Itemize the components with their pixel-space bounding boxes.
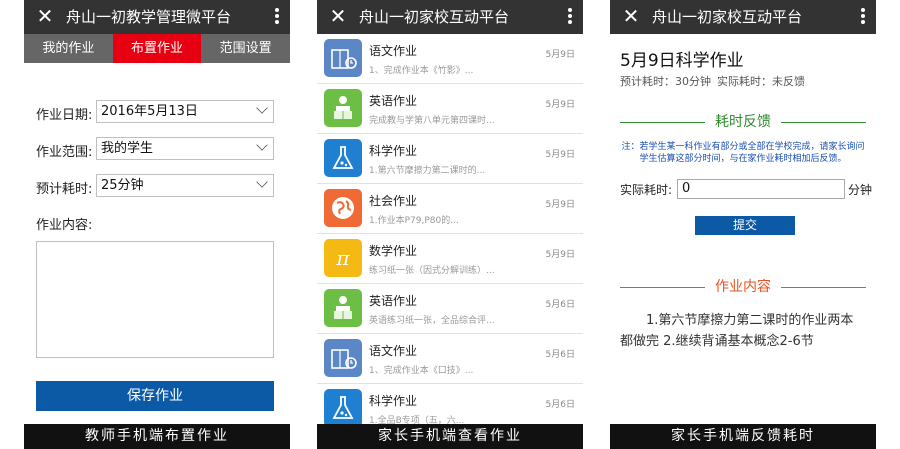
divider xyxy=(781,122,866,123)
list-item[interactable]: 社会作业 1.作业本P79,P80的... 5月9日 xyxy=(317,184,583,234)
divider xyxy=(781,287,866,288)
item-title: 社会作业 xyxy=(369,194,418,208)
item-preview: 1.第六节摩擦力第二课时的... xyxy=(369,166,486,176)
parent-list-phone-screen: ✕ 舟山一初家校互动平台 语文作业 1、完成作业本《竹影》... 5月9日 英语作业完… xyxy=(317,0,583,449)
list-item[interactable]: 语文作业 1、完成作业本《竹影》... 5月9日 xyxy=(317,34,583,84)
scope-value: 我的学生 xyxy=(101,141,154,156)
item-title: 数学作业 xyxy=(369,244,418,258)
tab-scope-settings[interactable]: 范围设置 xyxy=(201,34,290,63)
item-preview: 练习纸一张（因式分解训练）... xyxy=(369,266,495,276)
more-menu-icon[interactable] xyxy=(274,8,280,26)
screenshot-stage: ✕ 舟山一初教学管理微平台 我的作业 布置作业 范围设置 作业日期: 2016年… xyxy=(0,0,900,449)
app-title: 舟山一初家校互动平台 xyxy=(359,8,510,26)
chevron-down-icon xyxy=(256,139,268,151)
more-menu-icon[interactable] xyxy=(567,8,573,26)
submit-button[interactable]: 提交 xyxy=(695,216,795,235)
list-item[interactable]: 科学作业 1.全品B专项（五，六... 5月6日 xyxy=(317,384,583,424)
reading-person-icon xyxy=(324,289,362,327)
app-title: 舟山一初家校互动平台 xyxy=(652,8,803,26)
list-item[interactable]: 科学作业 1.第六节摩擦力第二课时的... 5月9日 xyxy=(317,134,583,184)
parent-feedback-phone-screen: ✕ 舟山一初家校互动平台 5月9日科学作业 预计耗时：30分钟 实际耗时：未反馈… xyxy=(610,0,876,449)
caption: 家长手机端查看作业 xyxy=(317,424,583,449)
item-preview: 1、完成作业本《竹影》... xyxy=(369,66,474,76)
list-item[interactable]: 语文作业 1、完成作业本《口技》... 5月6日 xyxy=(317,334,583,384)
item-title: 语文作业 xyxy=(369,44,418,58)
app-title: 舟山一初教学管理微平台 xyxy=(66,8,232,26)
chevron-down-icon xyxy=(256,176,268,188)
item-date: 5月9日 xyxy=(545,100,575,110)
item-preview: 英语练习纸一张，全品综合评... xyxy=(369,316,495,326)
item-preview: 1、完成作业本《口技》... xyxy=(369,366,474,376)
title-bar: ✕ 舟山一初家校互动平台 xyxy=(610,0,876,34)
page-title: 5月9日科学作业 xyxy=(620,51,744,71)
title-bar: ✕ 舟山一初家校互动平台 xyxy=(317,0,583,34)
book-clock-icon xyxy=(324,339,362,377)
scope-label: 作业范围: xyxy=(36,145,93,160)
tab-bar: 我的作业 布置作业 范围设置 xyxy=(24,34,290,63)
teacher-phone-screen: ✕ 舟山一初教学管理微平台 我的作业 布置作业 范围设置 作业日期: 2016年… xyxy=(24,0,290,449)
close-icon[interactable]: ✕ xyxy=(327,5,349,27)
homework-content-textarea[interactable] xyxy=(36,241,274,358)
item-preview: 完成教与学第八单元第四课时... xyxy=(369,116,495,126)
scope-select[interactable]: 我的学生 xyxy=(96,137,274,160)
item-date: 5月6日 xyxy=(545,350,575,360)
book-clock-icon xyxy=(324,39,362,77)
list-item[interactable]: 英语作业英语练习纸一张，全品综合评... 5月6日 xyxy=(317,284,583,334)
flask-icon xyxy=(324,389,362,424)
item-preview: 1.作业本P79,P80的... xyxy=(369,216,459,226)
tab-my-homework[interactable]: 我的作业 xyxy=(24,34,113,63)
feedback-section-heading: 耗时反馈 xyxy=(620,114,866,130)
item-date: 5月9日 xyxy=(545,150,575,160)
date-label: 作业日期: xyxy=(36,108,93,123)
time-label: 预计耗时: xyxy=(36,182,93,197)
homework-list: 语文作业 1、完成作业本《竹影》... 5月9日 英语作业 完成教与学第八单元第四课时.… xyxy=(317,34,583,424)
reading-person-icon xyxy=(324,89,362,127)
content-label: 作业内容: xyxy=(36,218,93,233)
title-bar: ✕ 舟山一初教学管理微平台 xyxy=(24,0,290,34)
item-title: 语文作业 xyxy=(369,344,418,358)
actual-time-label: 实际耗时: xyxy=(620,183,673,197)
item-date: 5月9日 xyxy=(545,50,575,60)
item-preview: 1.全品B专项（五，六... xyxy=(369,416,465,424)
pi-icon: π xyxy=(324,239,362,277)
chevron-down-icon xyxy=(256,102,268,114)
actual-time-status: 实际耗时：未反馈 xyxy=(717,75,805,88)
item-title: 科学作业 xyxy=(369,144,418,158)
date-select[interactable]: 2016年5月13日 xyxy=(96,100,274,123)
item-date: 5月6日 xyxy=(545,400,575,410)
content-section-heading: 作业内容 xyxy=(620,279,866,295)
feedback-note: 注：若学生某一科作业有部分或全部在学校完成，请家长询问学生估算这部分时间，与在家… xyxy=(621,142,865,164)
caption: 教师手机端布置作业 xyxy=(24,424,290,449)
estimated-time-text: 预计耗时：30分钟 xyxy=(620,75,711,88)
svg-text:π: π xyxy=(335,246,350,270)
more-menu-icon[interactable] xyxy=(860,8,866,26)
unit-label: 分钟 xyxy=(848,183,873,197)
actual-time-input[interactable]: 0 xyxy=(677,179,845,199)
list-item[interactable]: 英语作业完成教与学第八单元第四课时... 5月9日 xyxy=(317,84,583,134)
item-date: 5月9日 xyxy=(545,250,575,260)
save-homework-button[interactable]: 保存作业 xyxy=(36,381,274,411)
date-value: 2016年5月13日 xyxy=(101,104,198,119)
close-icon[interactable]: ✕ xyxy=(620,5,642,27)
homework-content-text: 1.第六节摩擦力第二课时的作业两本都做完 2.继续背诵基本概念2-6节 xyxy=(620,313,854,349)
time-value: 25分钟 xyxy=(101,178,144,193)
estimated-time-select[interactable]: 25分钟 xyxy=(96,174,274,197)
item-title: 科学作业 xyxy=(369,394,418,408)
globe-icon xyxy=(324,189,362,227)
item-date: 5月6日 xyxy=(545,300,575,310)
caption: 家长手机端反馈耗时 xyxy=(610,424,876,449)
flask-icon xyxy=(324,139,362,177)
close-icon[interactable]: ✕ xyxy=(34,5,56,27)
item-title: 英语作业 xyxy=(369,94,418,108)
item-date: 5月9日 xyxy=(545,200,575,210)
list-item[interactable]: π 数学作业练习纸一张（因式分解训练）... 5月9日 xyxy=(317,234,583,284)
item-title: 英语作业 xyxy=(369,294,418,308)
tab-assign-homework[interactable]: 布置作业 xyxy=(112,34,202,63)
